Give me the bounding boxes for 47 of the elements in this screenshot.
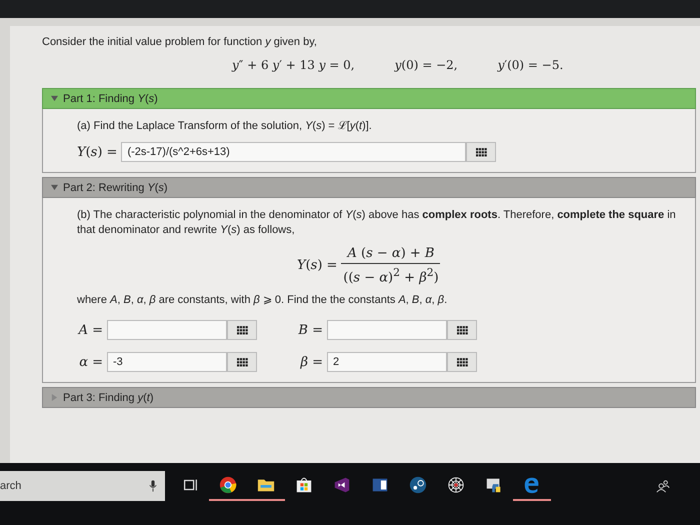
caret-icon xyxy=(51,394,58,402)
keypad-button[interactable] xyxy=(447,352,477,372)
answer-label: α = xyxy=(79,354,103,370)
answer-field[interactable] xyxy=(327,320,447,340)
equation: y(0) = −2, xyxy=(394,58,458,72)
steam-logo-icon xyxy=(409,476,427,494)
keypad-button[interactable] xyxy=(227,320,257,340)
caret-icon xyxy=(51,184,58,191)
keypad-button[interactable] xyxy=(466,142,496,162)
document-icon xyxy=(371,476,389,494)
answer-field[interactable]: (-2s-17)/(s^2+6s+13) xyxy=(121,142,466,162)
formula-denominator: ((s − α)$^{2}$ + β$^{2}$) xyxy=(343,265,439,286)
formula-lhs: Y(s) = xyxy=(297,258,338,274)
keypad-icon xyxy=(456,358,468,367)
answer-field[interactable]: 2 xyxy=(327,352,447,372)
question-text: (b) The characteristic polynomial in the denominator of Y(s) above has complex roots. Therefore, complete the square in that denominator and rewrite Y(s) as follows, xyxy=(77,208,677,238)
python-logo-icon xyxy=(485,476,503,494)
answer-label: B = xyxy=(298,322,323,338)
answer-label: A = xyxy=(78,322,103,338)
keypad-icon xyxy=(456,326,468,335)
keypad-icon xyxy=(476,148,487,156)
part-header[interactable]: Part 2: Rewriting Y(s) xyxy=(42,177,696,198)
microphone-icon[interactable] xyxy=(149,480,157,492)
intro-text: Consider the initial value problem for function y given by, xyxy=(42,36,318,48)
caret-icon xyxy=(51,95,58,102)
edge-logo-icon xyxy=(523,476,541,494)
part-header[interactable]: Part 1: Finding Y(s) xyxy=(42,88,696,109)
spider-web-icon xyxy=(447,476,465,494)
shopping-bag-icon xyxy=(295,476,313,494)
answer-field[interactable] xyxy=(107,320,227,340)
keypad-icon xyxy=(236,326,248,335)
keypad-button[interactable] xyxy=(447,320,477,340)
ribbon-logo-icon xyxy=(333,476,351,494)
keypad-button[interactable] xyxy=(227,352,257,372)
instruction-text: where A, B, α, β are constants, with β ⩾ 0. Find the the constants A, B, α, β. xyxy=(77,293,448,308)
part-header[interactable]: Part 3: Finding y(t) xyxy=(42,387,696,408)
keypad-icon xyxy=(236,358,248,367)
browser-icon xyxy=(219,476,237,494)
answer-field[interactable]: -3 xyxy=(107,352,227,372)
answer-label: Y(s) = xyxy=(77,144,118,160)
answer-label: β = xyxy=(300,354,323,370)
question-text: (a) Find the Laplace Transform of the solution, Y(s) = ℒ[y(t)]. xyxy=(77,119,373,134)
people-icon[interactable] xyxy=(656,479,670,493)
equation: y″ + 6 y′ + 13 y = 0, xyxy=(232,58,355,72)
search-field[interactable]: arch xyxy=(0,471,165,501)
formula-numerator: A (s − α) + B xyxy=(341,246,440,264)
equation: y′(0) = −5. xyxy=(498,58,564,72)
